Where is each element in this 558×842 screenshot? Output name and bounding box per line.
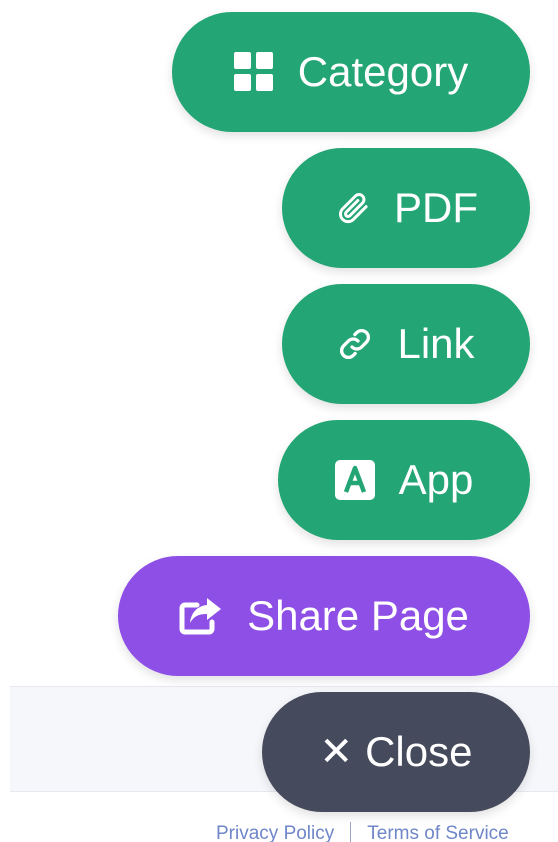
link-button[interactable]: Link: [282, 284, 530, 404]
close-button[interactable]: ✕ Close: [262, 692, 530, 812]
link-icon: [337, 326, 373, 362]
footer-divider: [350, 822, 352, 842]
app-button[interactable]: App: [278, 420, 530, 540]
privacy-policy-link[interactable]: Privacy Policy: [216, 823, 334, 842]
share-page-button[interactable]: Share Page: [118, 556, 530, 676]
footer-links: Privacy Policy Terms of Service: [216, 822, 509, 842]
category-button[interactable]: Category: [172, 12, 530, 132]
pdf-button[interactable]: PDF: [282, 148, 530, 268]
share-page-label: Share Page: [247, 592, 469, 639]
paperclip-icon: [334, 190, 370, 226]
grid-icon: [233, 52, 274, 92]
page: Privacy Policy Terms of Service Category …: [0, 0, 558, 842]
close-icon: ✕: [319, 730, 354, 774]
pdf-label: PDF: [394, 184, 478, 231]
share-icon: [179, 596, 223, 636]
link-label: Link: [397, 320, 475, 367]
close-label: Close: [365, 728, 473, 775]
category-label: Category: [297, 48, 469, 95]
app-label: App: [398, 456, 474, 503]
app-letter-icon: [334, 460, 375, 500]
terms-of-service-link[interactable]: Terms of Service: [367, 823, 508, 842]
